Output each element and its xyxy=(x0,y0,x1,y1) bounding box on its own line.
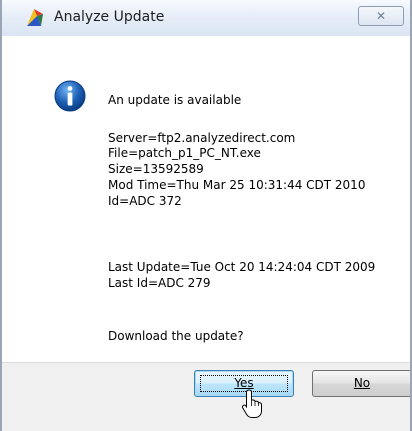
close-button[interactable]: ✕ xyxy=(358,6,404,26)
mod-time-line: Mod Time=Thu Mar 25 10:31:44 CDT 2010 xyxy=(108,178,366,192)
question-line: Download the update? xyxy=(108,329,244,343)
dialog-content: An update is available Server=ftp2.analy… xyxy=(2,36,410,362)
no-button[interactable]: No xyxy=(312,370,410,397)
id-line: Id=ADC 372 xyxy=(108,194,182,208)
message-heading: An update is available xyxy=(108,93,242,107)
info-icon xyxy=(54,80,86,112)
window-title: Analyze Update xyxy=(54,9,165,25)
file-line: File=patch_p1_PC_NT.exe xyxy=(108,146,261,160)
yes-button-label: Yes xyxy=(234,376,254,390)
size-line: Size=13592589 xyxy=(108,162,204,176)
server-line: Server=ftp2.analyzedirect.com xyxy=(108,131,296,145)
last-id-line: Last Id=ADC 279 xyxy=(108,276,211,290)
no-button-label: No xyxy=(353,376,371,390)
mouse-cursor-icon xyxy=(241,389,262,418)
last-update-line: Last Update=Tue Oct 20 14:24:04 CDT 2009 xyxy=(108,260,376,274)
dialog-window: Analyze Update ✕ An update is available … xyxy=(0,0,412,431)
close-icon: ✕ xyxy=(375,9,387,23)
app-icon xyxy=(27,9,43,26)
title-bar[interactable]: Analyze Update ✕ xyxy=(2,0,410,37)
